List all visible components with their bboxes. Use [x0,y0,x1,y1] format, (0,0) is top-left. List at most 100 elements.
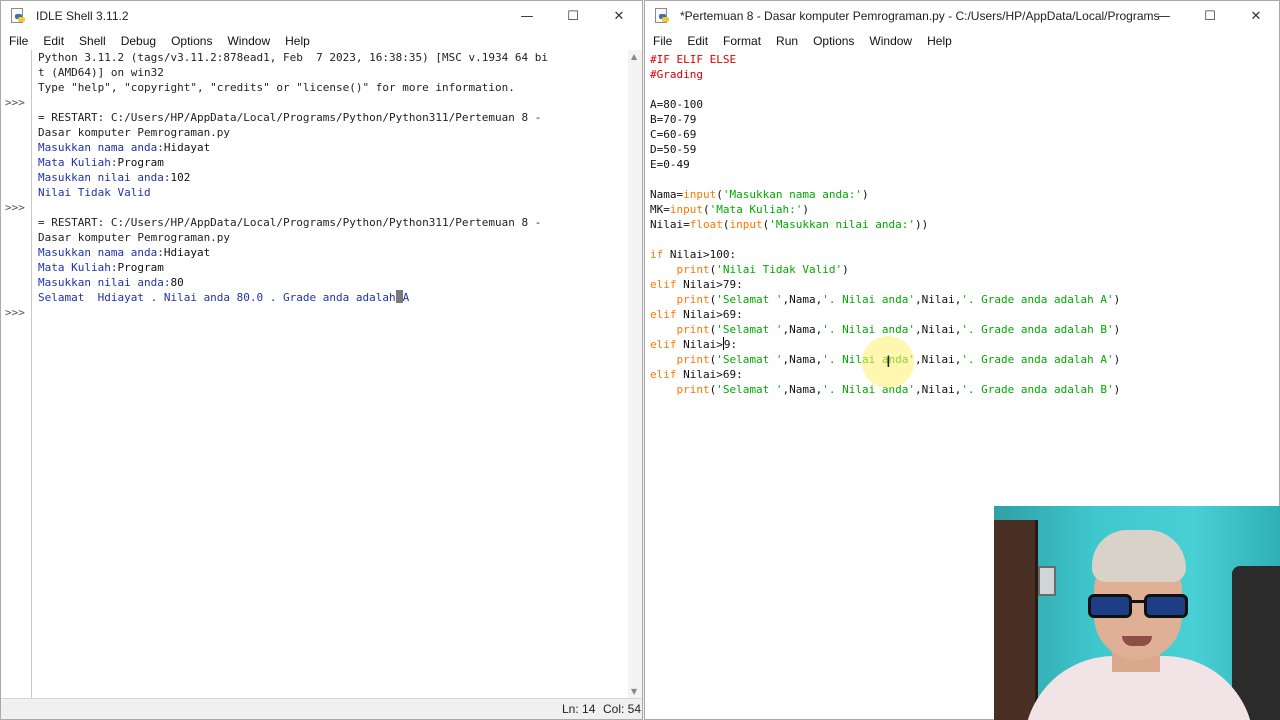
editor-titlebar[interactable]: *Pertemuan 8 - Dasar komputer Pemrograma… [645,1,1279,31]
shell-line-text: t (AMD64)] on win32 [38,66,164,79]
idle-shell-window: IDLE Shell 3.11.2 — ☐ ✕ File Edit Shell Deb… [0,0,643,720]
code-token: 'Mata Kuliah:' [709,203,803,216]
text-cursor-icon: I [886,352,891,371]
shell-line: = RESTART: C:/Users/HP/AppData/Local/Pro… [38,110,626,125]
webcam-overlay [994,506,1280,720]
close-button[interactable]: ✕ [1233,1,1279,31]
shell-menu-options[interactable]: Options [163,34,219,48]
maximize-button[interactable]: ☐ [1187,1,1233,31]
editor-menu-run[interactable]: Run [768,34,805,48]
code-token: 'Selamat ' [716,293,783,306]
shell-titlebar[interactable]: IDLE Shell 3.11.2 — ☐ ✕ [1,1,642,31]
shell-output[interactable]: Python 3.11.2 (tags/v3.11.2:878ead1, Feb… [38,50,626,320]
code-line: elif Nilai>69: [650,367,1275,382]
shell-menu-shell[interactable]: Shell [71,34,113,48]
shell-text-cursor [395,290,403,303]
shell-line-text: Dasar komputer Pemrograman.py [38,231,231,244]
shell-line: Masukkan nama anda:Hdiayat [38,245,626,260]
scroll-down-icon[interactable]: ▼ [631,687,637,696]
code-token: ,Nilai, [914,323,962,336]
code-editor[interactable]: #IF ELIF ELSE #Grading A=80-100 B=70-79 C=60… [650,52,1275,397]
shell-prompt: >>> [5,201,25,214]
shell-line: Dasar komputer Pemrograman.py [38,125,626,140]
minimize-button[interactable]: — [504,1,550,31]
code-token: ,Nama, [782,353,823,366]
webcam-door [994,520,1038,720]
prompt-gutter: >>> >>> >>> [1,50,32,698]
shell-line-text: = RESTART: C:/Users/HP/AppData/Local/Pro… [38,216,542,229]
code-line: A=80-100 [650,97,1275,112]
code-line: Nama=input('Masukkan nama anda:') [650,187,1275,202]
code-token: input [729,218,763,231]
code-token: elif [650,338,677,351]
editor-menu-help[interactable]: Help [919,34,959,48]
code-token: Nilai>69: [676,368,743,381]
shell-menu-debug[interactable]: Debug [113,34,163,48]
code-token: ) [802,203,809,216]
shell-line-text: Type "help", "copyright", "credits" or "… [38,81,515,94]
shell-prompt: >>> [5,306,25,319]
shell-line: Masukkan nama anda:Hidayat [38,140,626,155]
shell-line-text: Selamat Hdiayat . Nilai anda 80.0 . Grad… [38,291,396,304]
shell-line-text: A [402,291,410,304]
shell-user-input: Program [117,156,164,169]
code-token: ) [861,188,869,201]
code-line: elif Nilai>69: [650,307,1275,322]
editor-menu-format[interactable]: Format [715,34,768,48]
shell-user-input: Hidayat [163,141,211,154]
code-line: print('Selamat ',Nama,'. Nilai anda',Nil… [650,352,1275,367]
idle-app-icon [10,8,26,24]
shell-line-text: Dasar komputer Pemrograman.py [38,126,231,139]
shell-window-title: IDLE Shell 3.11.2 [36,9,129,23]
webcam-glasses [1088,594,1188,618]
editor-menu-edit[interactable]: Edit [679,34,715,48]
shell-line: Mata Kuliah:Program [38,260,626,275]
code-token: ) [1113,293,1121,306]
close-button[interactable]: ✕ [596,1,642,31]
shell-menu-window[interactable]: Window [219,34,277,48]
code-token: elif [650,368,677,381]
code-line: MK=input('Mata Kuliah:') [650,202,1275,217]
shell-line-text: Masukkan nama anda: [38,141,164,154]
code-token: '. Grade anda adalah B' [961,383,1114,396]
shell-user-input: 102 [170,171,191,184]
code-token: ,Nilai, [914,353,962,366]
code-line: print('Nilai Tidak Valid') [650,262,1275,277]
editor-menu-window[interactable]: Window [861,34,919,48]
shell-menu-edit[interactable]: Edit [35,34,71,48]
code-line: D=50-59 [650,142,1275,157]
scroll-up-icon[interactable]: ▲ [631,52,637,61]
code-token: ,Nama, [782,293,823,306]
code-line: print('Selamat ',Nama,'. Nilai anda',Nil… [650,322,1275,337]
code-token: #Grading [650,68,703,81]
shell-line-text: Masukkan nilai anda: [38,276,171,289]
shell-menu-file[interactable]: File [1,34,35,48]
code-token: 'Selamat ' [716,383,783,396]
shell-line: = RESTART: C:/Users/HP/AppData/Local/Pro… [38,215,626,230]
code-line: Nilai=float(input('Masukkan nilai anda:'… [650,217,1275,232]
code-token: 'Selamat ' [716,353,783,366]
editor-menu-file[interactable]: File [645,34,679,48]
minimize-button[interactable]: — [1141,1,1187,31]
shell-window-controls: — ☐ ✕ [504,1,642,31]
status-line: Ln: 14 [562,702,596,716]
shell-scrollbar[interactable]: ▲ ▼ [628,50,642,698]
shell-line: Nilai Tidak Valid [38,185,626,200]
code-token: ) [1113,323,1121,336]
shell-line: t (AMD64)] on win32 [38,65,626,80]
code-token: '. Grade anda adalah A' [961,293,1114,306]
code-token: float [689,218,723,231]
maximize-button[interactable]: ☐ [550,1,596,31]
webcam-hair [1092,530,1186,582]
code-token: 'Nilai Tidak Valid' [716,263,843,276]
editor-menu-options[interactable]: Options [805,34,861,48]
editor-window-title: *Pertemuan 8 - Dasar komputer Pemrograma… [680,9,1160,23]
code-token: ( [722,218,730,231]
shell-menu-help[interactable]: Help [277,34,317,48]
shell-line-text: Nilai Tidak Valid [38,186,151,199]
code-token: 9: [723,338,738,351]
